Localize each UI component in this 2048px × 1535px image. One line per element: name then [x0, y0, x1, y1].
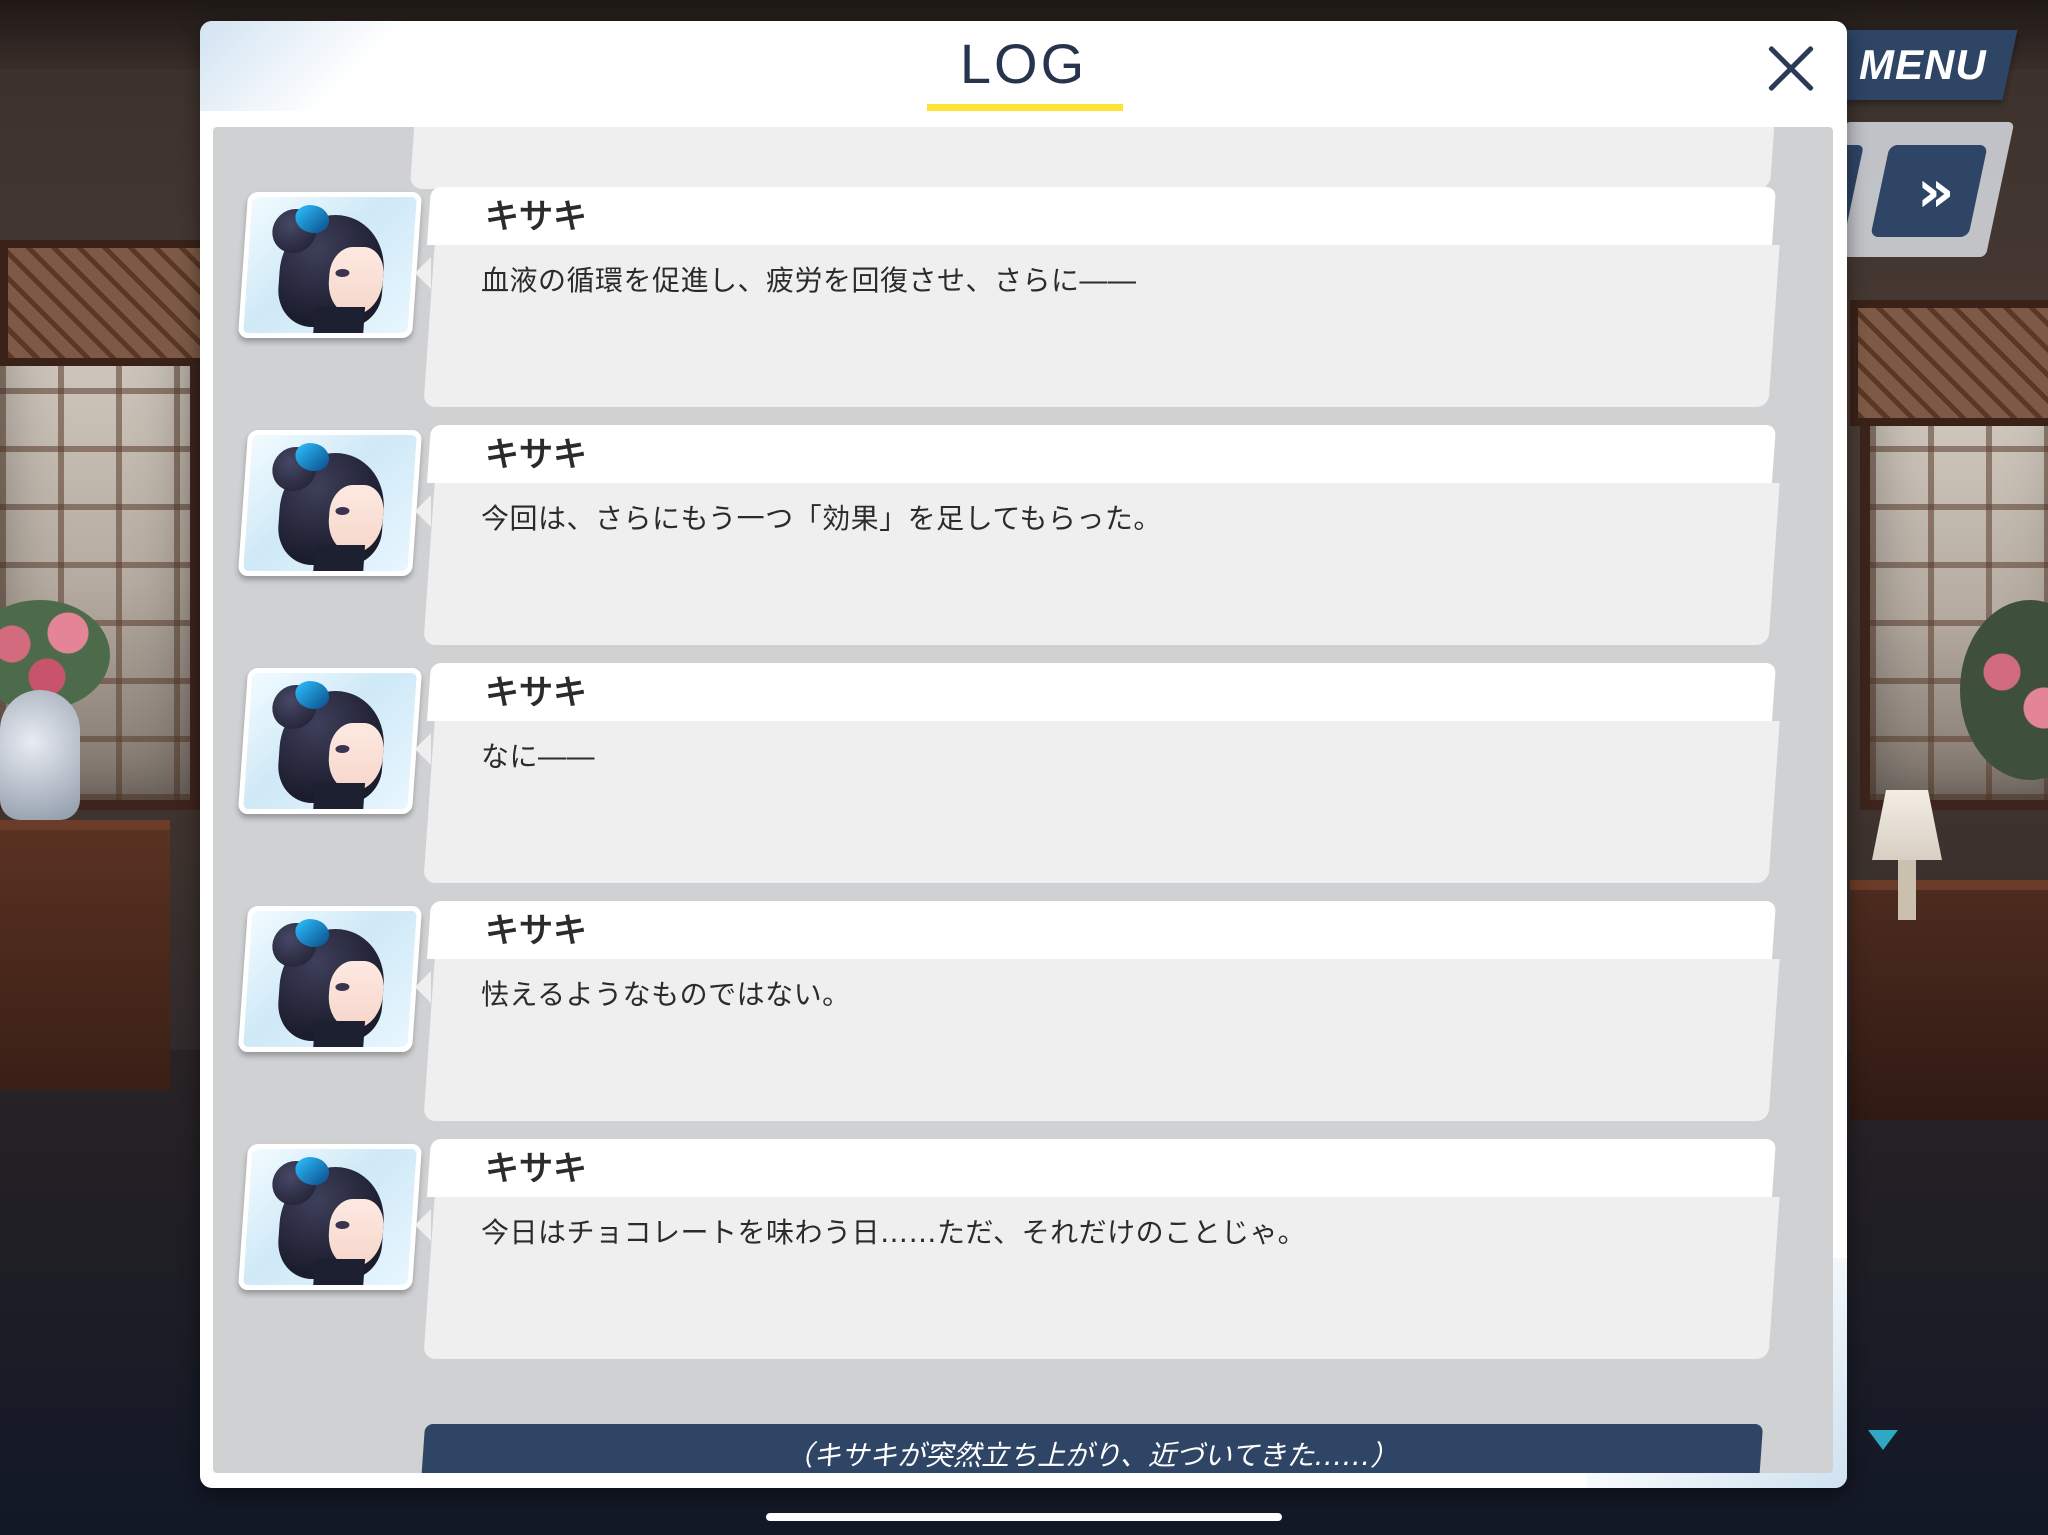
close-icon[interactable] [1755, 33, 1827, 105]
dialogue-text: 血液の循環を促進し、疲労を回復させ、さらに―― [481, 264, 1137, 297]
triangle-down-icon [1868, 1430, 1898, 1450]
cabinet [0, 820, 170, 1090]
previous-bubble-partial [409, 127, 1775, 189]
menu-button-label: MENU [1858, 41, 1987, 88]
dialogue-bubble: キサキ 今日はチョコレートを味わう日……ただ、それだけのことじゃ。 [415, 1139, 1780, 1359]
title-underline [927, 104, 1123, 111]
dialogue-bubble: キサキ 血液の循環を促進し、疲労を回復させ、さらに―― [415, 187, 1780, 407]
speaker-name: キサキ [485, 1149, 587, 1189]
speaker-name: キサキ [485, 435, 587, 475]
avatar [237, 906, 423, 1052]
dialogue-text: 今回は、さらにもう一つ「効果」を足してもらった。 [481, 502, 1162, 535]
dialogue-bubble: キサキ なに―― [415, 663, 1780, 883]
log-entry: キサキ 今回は、さらにもう一つ「効果」を足してもらった。 [213, 425, 1833, 650]
dialogue-bubble: キサキ 今回は、さらにもう一つ「効果」を足してもらった。 [415, 425, 1780, 645]
avatar [237, 192, 423, 338]
lamp-base [1898, 860, 1916, 920]
fast-forward-icon: » [1917, 157, 1941, 225]
dialogue-text: なに―― [481, 740, 596, 773]
log-entry: キサキ 怯えるようなものではない。 [213, 901, 1833, 1126]
skip-button[interactable]: » [1870, 145, 1988, 237]
log-entry: キサキ 血液の循環を促進し、疲労を回復させ、さらに―― [213, 187, 1833, 412]
speaker-name: キサキ [485, 197, 587, 237]
log-title: LOG [959, 32, 1088, 95]
desk [1850, 880, 2048, 1120]
avatar [237, 1144, 423, 1290]
log-panel: LOG キサキ 血液の循環を促進し、疲労を回復させ、さらに―― キサキ 今回は、… [200, 21, 1847, 1488]
speaker-name: キサキ [485, 673, 587, 713]
narration-bar: （キサキが突然立ち上がり、近づいてきた……） [420, 1424, 1764, 1473]
dialogue-text: 今日はチョコレートを味わう日……ただ、それだけのことじゃ。 [481, 1216, 1307, 1249]
vase [0, 690, 80, 820]
speaker-name: キサキ [485, 911, 587, 951]
log-entry: キサキ なに―― [213, 663, 1833, 888]
lattice-right [1850, 300, 2048, 426]
home-indicator[interactable] [766, 1513, 1282, 1521]
log-entry: キサキ 今日はチョコレートを味わう日……ただ、それだけのことじゃ。 [213, 1139, 1833, 1364]
avatar [237, 430, 423, 576]
menu-button[interactable]: MENU [1827, 30, 2018, 100]
log-scroll-area[interactable]: キサキ 血液の循環を促進し、疲労を回復させ、さらに―― キサキ 今回は、さらにも… [213, 127, 1833, 1473]
dialogue-text: 怯えるようなものではない。 [481, 978, 851, 1011]
lattice-left [0, 240, 216, 366]
dialogue-bubble: キサキ 怯えるようなものではない。 [415, 901, 1780, 1121]
log-header: LOG [200, 21, 1847, 113]
narration-text: （キサキが突然立ち上がり、近づいてきた……） [785, 1439, 1399, 1472]
avatar [237, 668, 423, 814]
